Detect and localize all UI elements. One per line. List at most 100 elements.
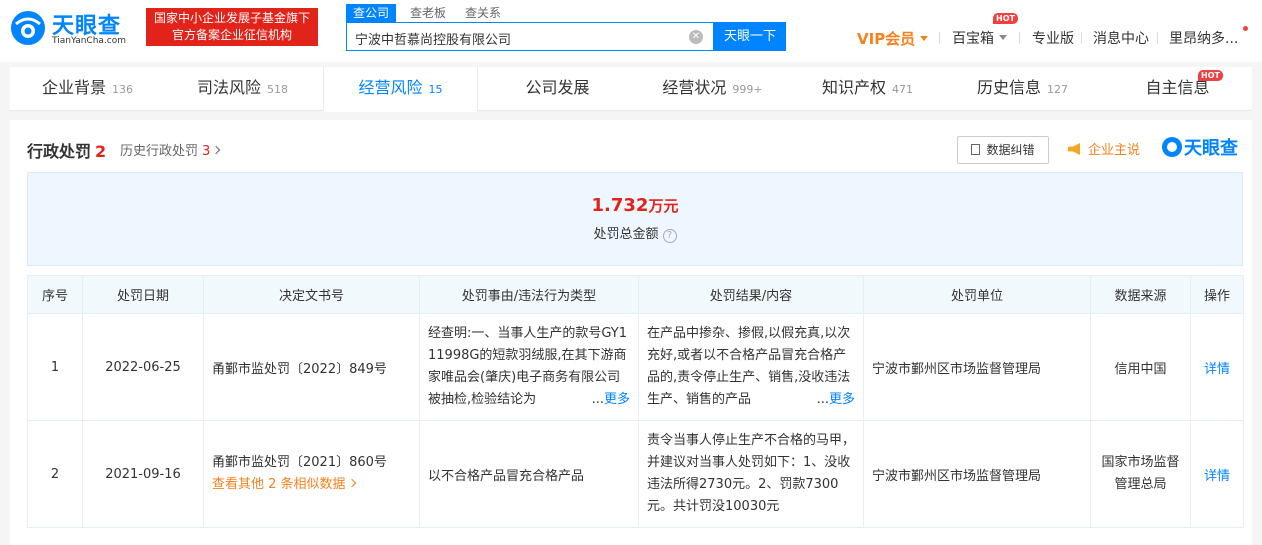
- tab-intellectual-property[interactable]: 知识产权 471: [790, 67, 945, 111]
- category-tabs: 企业背景 136 司法风险 518 经营风险 15 公司发展 经营状况 999+ 知识产…: [10, 67, 1255, 112]
- search-tab-relation[interactable]: 查关系: [465, 4, 501, 22]
- messages-link[interactable]: 消息中心: [1093, 28, 1149, 48]
- row-result: 责令当事人停止生产不合格的马甲，并建议对当事人处罚如下：1、没收违法所得2730…: [638, 420, 864, 528]
- help-icon[interactable]: ?: [662, 229, 677, 243]
- logo-domain: TianYanCha.com: [52, 36, 127, 46]
- similar-data-link[interactable]: 查看其他 2 条相似数据: [212, 474, 411, 496]
- row-doc-number: 甬鄞市监处罚〔2022〕849号: [203, 313, 420, 421]
- promo-line-1: 国家中小企业发展子基金旗下: [153, 11, 310, 25]
- pro-link[interactable]: 专业版: [1032, 28, 1074, 48]
- tab-history[interactable]: 历史信息 127: [945, 67, 1100, 111]
- row-date: 2022-06-25: [82, 313, 204, 421]
- divider: [1081, 32, 1082, 44]
- admin-penalty-section: 行政处罚 2 历史行政处罚 3 数据纠错 企业主说 天眼查 1.732万元 处罚总金…: [10, 120, 1252, 545]
- vip-menu[interactable]: VIP会员: [857, 28, 929, 49]
- col-reason: 处罚事由/违法行为类型: [419, 275, 639, 314]
- divider: [1019, 32, 1020, 44]
- row-date: 2021-09-16: [82, 420, 204, 528]
- tab-label: 公司发展: [525, 78, 590, 97]
- search-input-value: 宁波中哲慕尚控股有限公司: [355, 33, 512, 48]
- promo-line-2: 官方备案企业征信机构: [171, 28, 292, 42]
- amount-value: 1.732: [591, 195, 649, 216]
- tab-judicial-risk[interactable]: 司法风险 518: [165, 67, 320, 111]
- tab-label: 企业背景: [41, 78, 106, 97]
- tab-self-info[interactable]: 自主信息: [1100, 67, 1255, 111]
- row-doc-number: 甬鄞市监处罚〔2021〕860号 查看其他 2 条相似数据: [203, 420, 420, 528]
- user-name: 里昂纳多...: [1169, 31, 1239, 47]
- table-row: 1 2022-06-25 甬鄞市监处罚〔2022〕849号 经查明:一、当事人生…: [27, 313, 1244, 421]
- search-tab-boss[interactable]: 查老板: [410, 4, 446, 22]
- tab-label: 经营状况: [662, 78, 727, 97]
- col-action: 操作: [1190, 275, 1244, 314]
- baibaoxiang-menu[interactable]: 百宝箱: [952, 28, 1007, 48]
- total-label-text: 处罚总金额: [593, 227, 659, 242]
- data-correction-button[interactable]: 数据纠错: [957, 136, 1049, 164]
- details-link[interactable]: 详情: [1190, 420, 1244, 528]
- tab-label: 经营风险: [358, 78, 423, 97]
- tianyancha-logo-icon: [11, 11, 45, 45]
- col-unit: 处罚单位: [863, 275, 1091, 314]
- row-index: 1: [27, 313, 83, 421]
- divider: [1157, 32, 1158, 44]
- tab-count: 136: [112, 83, 133, 96]
- brand-text: 天眼查: [1184, 138, 1238, 159]
- total-amount: 1.732万元: [28, 195, 1242, 216]
- search-input[interactable]: 宁波中哲慕尚控股有限公司 ✕: [346, 22, 714, 51]
- chevron-right-icon: [212, 145, 221, 155]
- result-text: 责令当事人停止生产不合格的马甲，并建议对当事人处罚如下：1、没收违法所得2730…: [647, 433, 856, 514]
- total-amount-label: 处罚总金额?: [28, 223, 1242, 243]
- search-tab-company[interactable]: 查公司: [346, 4, 397, 22]
- col-date: 处罚日期: [82, 275, 204, 314]
- tab-label: 历史信息: [976, 78, 1041, 97]
- notification-dot: [1243, 26, 1248, 31]
- row-unit: 宁波市鄞州区市场监督管理局: [863, 313, 1091, 421]
- vip-label: VIP会员: [857, 30, 916, 48]
- row-unit: 宁波市鄞州区市场监督管理局: [863, 420, 1091, 528]
- user-menu[interactable]: 里昂纳多...: [1169, 28, 1238, 48]
- section-title: 行政处罚 2: [27, 138, 106, 162]
- brand-watermark: 天眼查: [1162, 134, 1238, 160]
- self-promo-label: 企业主说: [1088, 143, 1141, 158]
- col-index: 序号: [27, 275, 83, 314]
- chevron-right-icon: [347, 478, 356, 488]
- search-button[interactable]: 天眼一下: [714, 22, 786, 51]
- tab-count: 471: [892, 83, 913, 96]
- self-promo-link[interactable]: 企业主说: [1068, 139, 1140, 158]
- chevron-down-icon: [999, 35, 1007, 40]
- more-link[interactable]: ...更多: [587, 389, 630, 411]
- col-result: 处罚结果/内容: [638, 275, 864, 314]
- data-correction-label: 数据纠错: [986, 143, 1035, 157]
- promo-banner[interactable]: 国家中小企业发展子基金旗下 官方备案企业征信机构: [146, 8, 318, 46]
- more-link[interactable]: ...更多: [812, 389, 855, 411]
- penalty-table: 序号 处罚日期 决定文书号 处罚事由/违法行为类型 处罚结果/内容 处罚单位 数…: [27, 275, 1244, 528]
- logo[interactable]: 天眼查 TianYanCha.com: [10, 8, 140, 48]
- history-count: 3: [202, 144, 211, 159]
- table-header-row: 序号 处罚日期 决定文书号 处罚事由/违法行为类型 处罚结果/内容 处罚单位 数…: [27, 275, 1244, 314]
- history-penalty-link[interactable]: 历史行政处罚 3: [120, 140, 221, 159]
- tab-count: 15: [428, 83, 443, 96]
- clear-icon[interactable]: ✕: [689, 30, 703, 44]
- row-reason: 经查明:一、当事人生产的款号GY111998G的短款羽绒服,在其下游商家唯品会(…: [419, 313, 639, 421]
- details-link[interactable]: 详情: [1190, 313, 1244, 421]
- hot-badge: HOT: [993, 13, 1018, 24]
- row-source: 国家市场监督管理总局: [1090, 420, 1191, 528]
- penalty-summary: 1.732万元 处罚总金额?: [27, 172, 1243, 266]
- hot-badge: HOT: [1198, 70, 1223, 81]
- row-reason: 以不合格产品冒充合格产品: [419, 420, 639, 528]
- tab-count: 999+: [732, 83, 763, 96]
- tab-label: 知识产权: [821, 78, 886, 97]
- table-row: 2 2021-09-16 甬鄞市监处罚〔2021〕860号 查看其他 2 条相似…: [27, 420, 1244, 528]
- tab-company-development[interactable]: 公司发展: [480, 67, 635, 111]
- tianyancha-logo-icon: [1162, 137, 1182, 157]
- row-result: 在产品中掺杂、掺假,以假充真,以次充好,或者以不合格产品冒充合格产品的,责令停止…: [638, 313, 864, 421]
- speaker-icon: [1068, 143, 1080, 155]
- tab-operating-risk[interactable]: 经营风险 15: [323, 67, 478, 112]
- tab-operating-status[interactable]: 经营状况 999+: [635, 67, 790, 111]
- document-icon: [971, 144, 981, 155]
- divider: [939, 32, 940, 44]
- doc-number-text: 甬鄞市监处罚〔2021〕860号: [212, 455, 387, 470]
- chevron-down-icon: [920, 36, 929, 41]
- row-index: 2: [27, 420, 83, 528]
- tab-count: 518: [267, 83, 288, 96]
- tab-company-background[interactable]: 企业背景 136: [10, 67, 165, 111]
